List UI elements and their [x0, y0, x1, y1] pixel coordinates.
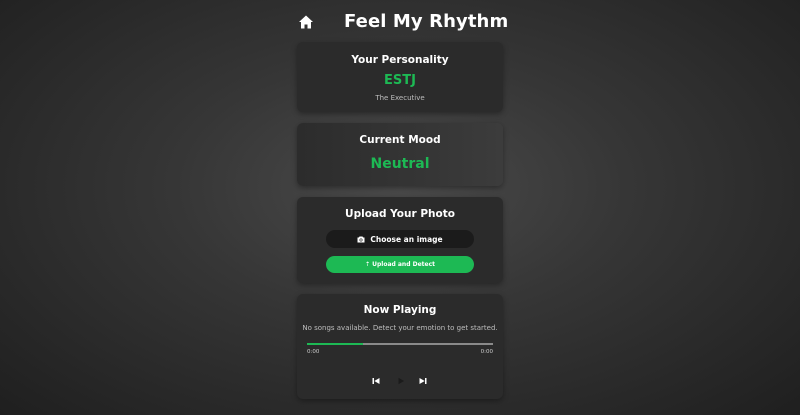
- mood-card: Current Mood Neutral: [297, 123, 503, 186]
- camera-icon: [357, 236, 365, 242]
- play-button[interactable]: [396, 371, 406, 385]
- progress-bar[interactable]: [307, 343, 493, 345]
- upload-card: Upload Your Photo Choose an image ⇡ Uplo…: [297, 197, 503, 283]
- choose-image-button[interactable]: Choose an image: [326, 230, 474, 248]
- progress-fill: [307, 343, 363, 345]
- personality-heading: Your Personality: [351, 54, 449, 66]
- player-message: No songs available. Detect your emotion …: [302, 324, 498, 332]
- mood-heading: Current Mood: [359, 134, 441, 146]
- app-title: Feel My Rhythm: [344, 11, 509, 32]
- upload-heading: Upload Your Photo: [345, 208, 455, 220]
- upload-detect-button[interactable]: ⇡ Upload and Detect: [326, 256, 474, 273]
- personality-type: ESTJ: [384, 73, 416, 88]
- personality-card: Your Personality ESTJ The Executive: [297, 42, 503, 112]
- personality-description: The Executive: [375, 94, 425, 102]
- play-icon: [398, 377, 404, 385]
- home-icon: [299, 15, 313, 29]
- next-icon: [419, 378, 427, 384]
- mood-value: Neutral: [370, 156, 430, 172]
- current-time: 0:00: [307, 349, 320, 355]
- previous-icon: [372, 378, 380, 384]
- previous-button[interactable]: [371, 371, 381, 384]
- now-playing-heading: Now Playing: [363, 304, 437, 316]
- total-time: 0:00: [480, 349, 493, 355]
- now-playing-card: Now Playing No songs available. Detect y…: [297, 294, 503, 399]
- home-button[interactable]: [298, 14, 314, 30]
- choose-image-label: Choose an image: [370, 234, 443, 244]
- header: Feel My Rhythm: [0, 10, 800, 36]
- upload-detect-label: ⇡ Upload and Detect: [364, 261, 435, 268]
- next-button[interactable]: [418, 371, 428, 384]
